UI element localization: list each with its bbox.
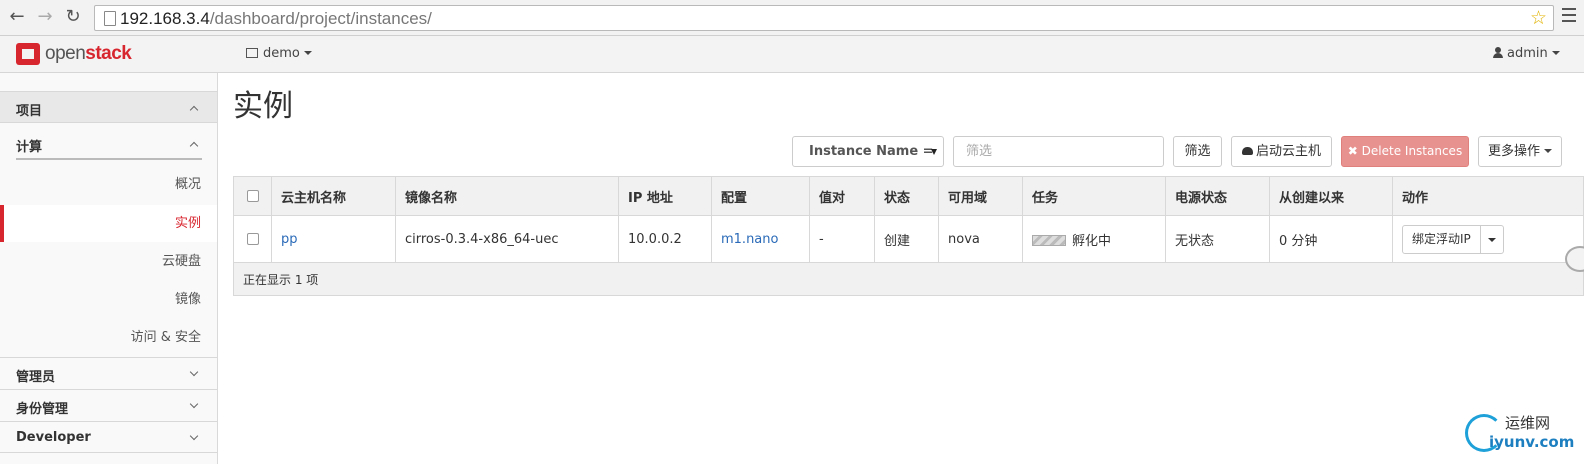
column-header[interactable]: 从创建以来 bbox=[1269, 176, 1393, 216]
column-header[interactable]: IP 地址 bbox=[618, 176, 712, 216]
more-actions-button[interactable]: 更多操作 bbox=[1478, 136, 1562, 167]
sidebar-panel-developer[interactable]: Developer bbox=[0, 421, 217, 453]
column-header[interactable]: 配置 bbox=[711, 176, 810, 216]
cloud-upload-icon bbox=[1241, 147, 1253, 155]
chevron-down-icon bbox=[1551, 51, 1560, 55]
openstack-logo-icon bbox=[16, 43, 40, 65]
sidebar-panel-identity[interactable]: 身份管理 bbox=[0, 389, 217, 421]
row-checkbox[interactable] bbox=[246, 233, 259, 245]
sidebar-item-access-security[interactable]: 访问 & 安全 bbox=[0, 319, 217, 356]
row-actions-dropdown-icon[interactable] bbox=[1481, 226, 1503, 253]
keypair-cell: - bbox=[809, 215, 875, 263]
delete-instances-button[interactable]: ✖ Delete Instances bbox=[1341, 136, 1469, 167]
url-text: 192.168.3.4/dashboard/project/instances/ bbox=[120, 9, 432, 28]
chevron-down-icon bbox=[303, 51, 312, 55]
launch-instance-label: 启动云主机 bbox=[1255, 144, 1321, 159]
table-row: pp cirros-0.3.4-x86_64-uec 10.0.0.2 m1.n… bbox=[233, 215, 1584, 263]
progress-bar-icon bbox=[1032, 234, 1066, 246]
select-all-cell bbox=[233, 176, 272, 216]
launch-instance-button[interactable]: 启动云主机 bbox=[1231, 136, 1332, 167]
watermark: 运维网 iyunv.com bbox=[1465, 410, 1575, 458]
sidebar-panel-admin[interactable]: 管理员 bbox=[0, 357, 217, 389]
column-header[interactable]: 值对 bbox=[809, 176, 875, 216]
project-name: demo bbox=[263, 46, 300, 61]
instance-name-link[interactable]: pp bbox=[281, 232, 298, 247]
back-icon[interactable]: ← bbox=[6, 6, 28, 28]
power-state-cell: 无状态 bbox=[1165, 215, 1270, 263]
select-all-checkbox[interactable] bbox=[246, 190, 259, 202]
table-header-row: 云主机名称 镜像名称 IP 地址 配置 值对 状态 可用域 任务 电源状态 从创… bbox=[233, 176, 1584, 216]
task-label: 孵化中 bbox=[1072, 233, 1112, 249]
instances-table: 云主机名称 镜像名称 IP 地址 配置 值对 状态 可用域 任务 电源状态 从创… bbox=[233, 176, 1584, 296]
logo-text-open: open bbox=[45, 43, 86, 64]
column-header[interactable]: 任务 bbox=[1022, 176, 1166, 216]
user-icon bbox=[1493, 47, 1503, 58]
column-header[interactable]: 云主机名称 bbox=[271, 176, 396, 216]
column-header: 动作 bbox=[1392, 176, 1584, 216]
browser-toolbar: ← → ↻ 192.168.3.4/dashboard/project/inst… bbox=[0, 0, 1584, 36]
chevron-down-icon bbox=[189, 367, 199, 377]
flavor-link[interactable]: m1.nano bbox=[721, 232, 778, 247]
column-header[interactable]: 可用域 bbox=[938, 176, 1023, 216]
project-selector[interactable]: demo bbox=[246, 46, 312, 61]
column-header[interactable]: 电源状态 bbox=[1165, 176, 1270, 216]
delete-instances-label: Delete Instances bbox=[1361, 144, 1463, 158]
column-header[interactable]: 状态 bbox=[874, 176, 939, 216]
column-header[interactable]: 镜像名称 bbox=[395, 176, 619, 216]
sidebar-item-instances[interactable]: 实例 bbox=[0, 205, 217, 242]
more-actions-label: 更多操作 bbox=[1487, 144, 1540, 159]
page-icon bbox=[104, 11, 116, 26]
row-action-group: 绑定浮动IP bbox=[1402, 224, 1504, 254]
chevron-up-icon bbox=[189, 105, 199, 115]
bookmark-star-icon[interactable]: ☆ bbox=[1530, 7, 1547, 29]
age-cell: 0 分钟 bbox=[1269, 215, 1393, 263]
actions-cell: 绑定浮动IP bbox=[1392, 215, 1584, 263]
browser-menu-icon[interactable] bbox=[1562, 8, 1576, 26]
sidebar-item-images[interactable]: 镜像 bbox=[0, 281, 217, 318]
filter-button[interactable]: 筛选 bbox=[1173, 136, 1222, 167]
sidebar-panel-compute[interactable]: 计算 bbox=[0, 125, 217, 161]
table-footer-count: 正在显示 1 项 bbox=[233, 262, 1584, 296]
filter-input[interactable]: 筛选 bbox=[953, 136, 1164, 167]
availability-zone-cell: nova bbox=[938, 215, 1023, 263]
filter-field-select[interactable]: Instance Name = bbox=[792, 136, 944, 167]
image-name-cell: cirros-0.3.4-x86_64-uec bbox=[395, 215, 619, 263]
user-menu[interactable]: admin bbox=[1493, 46, 1560, 61]
task-cell: 孵化中 bbox=[1022, 215, 1166, 263]
ip-address-cell: 10.0.0.2 bbox=[618, 215, 712, 263]
address-bar[interactable]: 192.168.3.4/dashboard/project/instances/… bbox=[94, 5, 1554, 31]
watermark-text-cn: 运维网 bbox=[1505, 414, 1551, 432]
reload-icon[interactable]: ↻ bbox=[62, 6, 84, 28]
table-footer-row: 正在显示 1 项 bbox=[233, 262, 1584, 296]
project-icon bbox=[246, 48, 258, 58]
divider bbox=[16, 158, 202, 160]
chevron-down-icon bbox=[189, 431, 199, 441]
status-cell: 创建 bbox=[874, 215, 939, 263]
sidebar: 项目 计算 概况 实例 云硬盘 镜像 访问 & 安全 管理员 身份管理 Deve… bbox=[0, 73, 218, 464]
chevron-down-icon bbox=[189, 399, 199, 409]
chevron-down-icon bbox=[1544, 149, 1552, 153]
chevron-up-icon bbox=[189, 141, 199, 151]
user-name: admin bbox=[1507, 46, 1548, 61]
sidebar-item-overview[interactable]: 概况 bbox=[0, 166, 217, 203]
sidebar-panel-project[interactable]: 项目 bbox=[0, 91, 217, 123]
associate-floating-ip-button[interactable]: 绑定浮动IP bbox=[1403, 225, 1481, 253]
instance-name-cell: pp bbox=[271, 215, 396, 263]
top-navbar: openstack demo admin bbox=[0, 36, 1584, 73]
close-icon: ✖ bbox=[1347, 144, 1362, 158]
watermark-text-domain: iyunv.com bbox=[1489, 433, 1575, 451]
logo-text-stack: stack bbox=[85, 43, 132, 64]
chevron-down-icon bbox=[931, 149, 937, 155]
filter-field-label: Instance Name = bbox=[809, 144, 934, 159]
forward-icon[interactable]: → bbox=[34, 6, 56, 28]
row-select-cell bbox=[233, 215, 272, 263]
page-title: 实例 bbox=[233, 89, 293, 124]
sidebar-item-volumes[interactable]: 云硬盘 bbox=[0, 243, 217, 280]
flavor-cell: m1.nano bbox=[711, 215, 810, 263]
